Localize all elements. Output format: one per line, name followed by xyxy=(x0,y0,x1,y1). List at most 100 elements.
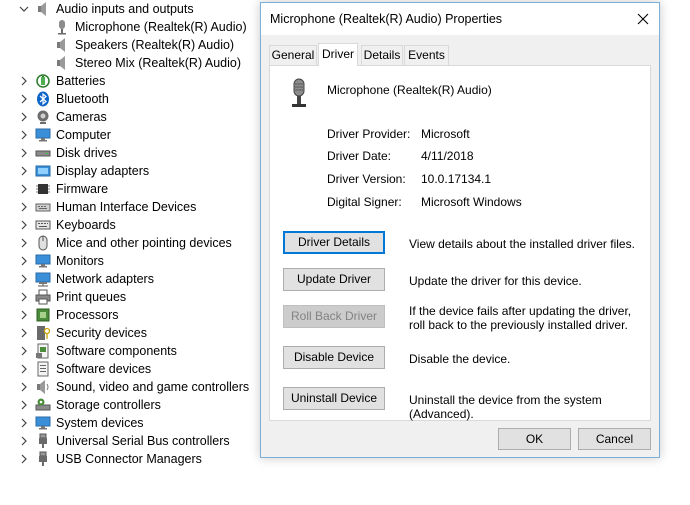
tree-category-security-devices[interactable]: Security devices xyxy=(0,324,262,342)
tree-category-processors[interactable]: Processors xyxy=(0,306,262,324)
chevron-right-icon[interactable] xyxy=(18,108,30,126)
tree-item-label: Microphone (Realtek(R) Audio) xyxy=(75,20,247,34)
tree-category-label: Software components xyxy=(56,344,177,358)
chevron-right-icon[interactable] xyxy=(18,432,30,450)
tree-item-stereo-mix[interactable]: Stereo Mix (Realtek(R) Audio) xyxy=(0,54,262,72)
update-driver-description: Update the driver for this device. xyxy=(409,274,582,288)
roll-back-driver-description: If the device fails after updating the d… xyxy=(409,304,632,332)
driver-date-label: Driver Date: xyxy=(327,149,392,163)
microphone-icon xyxy=(287,78,311,110)
chevron-right-icon[interactable] xyxy=(18,72,30,90)
tree-category-storage-controllers[interactable]: Storage controllers xyxy=(0,396,262,414)
tree-category-software-components[interactable]: Software components xyxy=(0,342,262,360)
driver-date-value: 4/11/2018 xyxy=(421,149,474,163)
chevron-right-icon[interactable] xyxy=(18,306,30,324)
tree-category-usb-controllers[interactable]: Universal Serial Bus controllers xyxy=(0,432,262,450)
driver-details-button[interactable]: Driver Details xyxy=(283,231,385,254)
chevron-right-icon[interactable] xyxy=(18,324,30,342)
digital-signer-value: Microsoft Windows xyxy=(421,195,522,209)
chevron-right-icon[interactable] xyxy=(18,414,30,432)
tree-item-microphone[interactable]: Microphone (Realtek(R) Audio) xyxy=(0,18,262,36)
chevron-right-icon[interactable] xyxy=(18,378,30,396)
driver-provider-value: Microsoft xyxy=(421,127,470,141)
chevron-down-icon[interactable] xyxy=(18,0,30,18)
tree-category-label: Mice and other pointing devices xyxy=(56,236,232,250)
chevron-right-icon[interactable] xyxy=(18,342,30,360)
tree-category-label: Display adapters xyxy=(56,164,150,178)
tree-category-keyboards[interactable]: Keyboards xyxy=(0,216,262,234)
chevron-right-icon[interactable] xyxy=(18,216,30,234)
update-driver-button[interactable]: Update Driver xyxy=(283,268,385,291)
tree-category-disk-drives[interactable]: Disk drives xyxy=(0,144,262,162)
chevron-right-icon[interactable] xyxy=(18,288,30,306)
driver-tab-panel: Microphone (Realtek(R) Audio) Driver Pro… xyxy=(269,65,651,421)
ok-button[interactable]: OK xyxy=(498,428,571,450)
tree-category-label: Sound, video and game controllers xyxy=(56,380,250,394)
system-device-icon xyxy=(35,415,51,431)
tree-category-computer[interactable]: Computer xyxy=(0,126,262,144)
chevron-right-icon[interactable] xyxy=(18,180,30,198)
tree-category-software-devices[interactable]: Software devices xyxy=(0,360,262,378)
disable-device-button[interactable]: Disable Device xyxy=(283,346,385,369)
dialog-titlebar[interactable]: Microphone (Realtek(R) Audio) Properties xyxy=(261,3,659,35)
battery-icon xyxy=(35,73,51,89)
tree-category-label: Human Interface Devices xyxy=(56,200,197,214)
tree-category-display-adapters[interactable]: Display adapters xyxy=(0,162,262,180)
tree-category-human-interface-devices[interactable]: Human Interface Devices xyxy=(0,198,262,216)
chevron-right-icon[interactable] xyxy=(18,162,30,180)
tree-category-label: Storage controllers xyxy=(56,398,161,412)
chevron-right-icon[interactable] xyxy=(18,144,30,162)
tree-category-system-devices[interactable]: System devices xyxy=(0,414,262,432)
tree-category-bluetooth[interactable]: Bluetooth xyxy=(0,90,262,108)
chevron-right-icon[interactable] xyxy=(18,198,30,216)
tree-category-label: Disk drives xyxy=(56,146,118,160)
microphone-icon xyxy=(54,19,70,35)
tree-category-label: Batteries xyxy=(56,74,106,88)
tab-events[interactable]: Events xyxy=(404,45,449,65)
tree-category-label: Software devices xyxy=(56,362,152,376)
tree-category-label: Firmware xyxy=(56,182,109,196)
tree-category-monitors[interactable]: Monitors xyxy=(0,252,262,270)
dialog-title: Microphone (Realtek(R) Audio) Properties xyxy=(270,12,503,26)
network-adapter-icon xyxy=(35,271,51,287)
sound-controller-icon xyxy=(35,379,51,395)
tree-category-print-queues[interactable]: Print queues xyxy=(0,288,262,306)
firmware-icon xyxy=(35,181,51,197)
chevron-right-icon[interactable] xyxy=(18,396,30,414)
tree-item-label: Stereo Mix (Realtek(R) Audio) xyxy=(75,56,242,70)
chevron-right-icon[interactable] xyxy=(18,270,30,288)
tree-category-cameras[interactable]: Cameras xyxy=(0,108,262,126)
chevron-right-icon[interactable] xyxy=(18,252,30,270)
chevron-right-icon[interactable] xyxy=(18,450,30,468)
tree-item-label: Speakers (Realtek(R) Audio) xyxy=(75,38,235,52)
tab-driver[interactable]: Driver xyxy=(318,43,358,66)
tree-item-speakers[interactable]: Speakers (Realtek(R) Audio) xyxy=(0,36,262,54)
tree-category-audio-inputs-outputs[interactable]: Audio inputs and outputs xyxy=(0,0,262,18)
tree-category-label: Print queues xyxy=(56,290,127,304)
software-device-icon xyxy=(35,361,51,377)
tab-general[interactable]: General xyxy=(269,45,317,65)
chevron-right-icon[interactable] xyxy=(18,360,30,378)
security-device-icon xyxy=(35,325,51,341)
uninstall-device-button[interactable]: Uninstall Device xyxy=(283,387,385,410)
mouse-icon xyxy=(35,235,51,251)
chevron-right-icon[interactable] xyxy=(18,90,30,108)
tree-category-firmware[interactable]: Firmware xyxy=(0,180,262,198)
chevron-right-icon[interactable] xyxy=(18,234,30,252)
tree-category-batteries[interactable]: Batteries xyxy=(0,72,262,90)
close-icon[interactable] xyxy=(627,3,659,35)
tree-category-label: Processors xyxy=(56,308,119,322)
chevron-right-icon[interactable] xyxy=(18,126,30,144)
tree-category-sound-video-game[interactable]: Sound, video and game controllers xyxy=(0,378,262,396)
tree-category-label: Computer xyxy=(56,128,111,142)
roll-back-driver-button[interactable]: Roll Back Driver xyxy=(283,305,385,328)
tab-details[interactable]: Details xyxy=(361,45,403,65)
tree-category-mice[interactable]: Mice and other pointing devices xyxy=(0,234,262,252)
computer-icon xyxy=(35,127,51,143)
tree-category-network-adapters[interactable]: Network adapters xyxy=(0,270,262,288)
driver-version-label: Driver Version: xyxy=(327,172,406,186)
tree-category-label: Cameras xyxy=(56,110,107,124)
driver-details-description: View details about the installed driver … xyxy=(409,237,635,251)
cancel-button[interactable]: Cancel xyxy=(578,428,651,450)
tree-category-usb-connector-managers[interactable]: USB Connector Managers xyxy=(0,450,262,468)
